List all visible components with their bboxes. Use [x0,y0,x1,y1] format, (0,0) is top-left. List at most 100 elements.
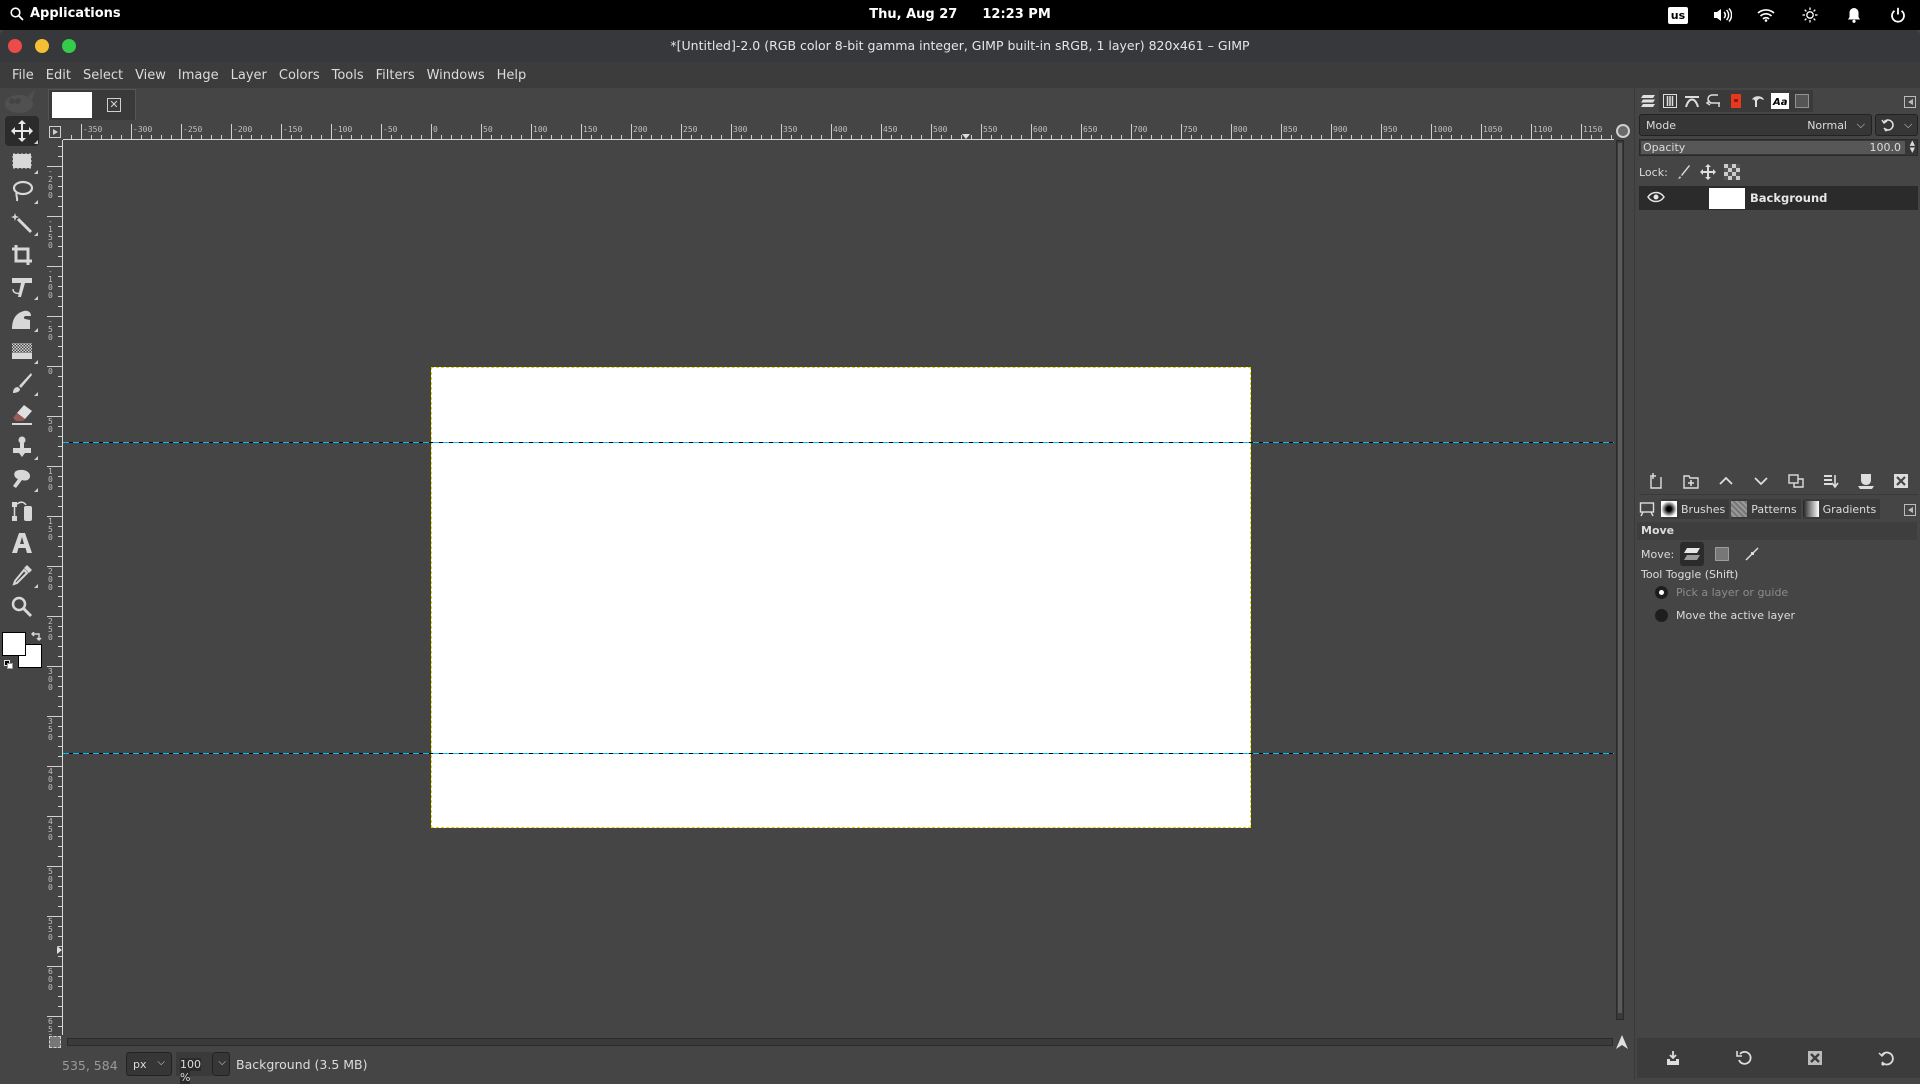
zoom-image-when-window-size-changes-toggle[interactable] [1616,124,1630,138]
move-selection-mode-button[interactable] [1710,542,1734,566]
power-button[interactable] [1876,0,1920,30]
move-layer-mode-button[interactable] [1680,542,1705,566]
time[interactable]: 12:23 PM [982,7,1050,22]
delete-layer-button[interactable] [1889,470,1913,492]
save-tool-preset-button[interactable] [1661,1046,1685,1070]
horizontal-ruler[interactable]: -350 -300 -250 -200 -150 -100 -50 0 50 100 150 200 2… [63,124,1614,140]
vertical-scrollbar[interactable] [1616,140,1624,1020]
image-canvas[interactable] [431,367,1251,828]
menu-edit[interactable]: Edit [40,68,77,83]
tab-undo-history[interactable] [1703,90,1725,112]
rectangle-select-tool-button[interactable] [5,146,39,176]
tab-fonts[interactable]: Aa [1769,90,1791,112]
horizontal-guide[interactable] [63,442,1614,443]
dock-divider[interactable] [1639,494,1918,495]
eraser-tool-button[interactable] [5,400,39,430]
raise-layer-button[interactable] [1714,470,1738,492]
text-tool-button[interactable] [5,528,39,558]
horizontal-scrollbar[interactable] [67,1038,1613,1046]
add-mask-button[interactable] [1854,470,1878,492]
radio-pick-layer-or-guide[interactable]: Pick a layer or guide [1655,586,1788,599]
applications-menu[interactable]: Applications [10,6,121,21]
brightness-button[interactable] [1788,0,1832,30]
close-image-tab-icon[interactable]: ✕ [107,98,121,112]
vertical-scrollbar-thumb[interactable] [1618,143,1622,1013]
unit-selector[interactable]: px ⌵ [126,1052,172,1076]
tab-images[interactable] [1791,90,1813,112]
lower-layer-button[interactable] [1749,470,1773,492]
vertical-ruler[interactable]: -200 -150 -100 -50 0 50 100 150 200 250 300 350 400 4… [47,140,63,1035]
dock2-tab-menu-button[interactable] [1904,504,1916,516]
tab-patterns[interactable]: Patterns [1731,499,1801,519]
notifications-button[interactable] [1832,0,1876,30]
clone-tool-button[interactable] [5,432,39,462]
paths-tool-button[interactable] [5,496,39,526]
reset-tool-options-button[interactable] [1874,1046,1898,1070]
tab-brushes[interactable]: Brushes [1661,499,1730,519]
quick-mask-toggle[interactable] [49,1036,61,1048]
menu-help[interactable]: Help [491,68,533,83]
canvas-area[interactable] [63,141,1614,1035]
layer-mode-selector[interactable]: Mode Normal ⌵ [1639,114,1872,136]
foreground-color-swatch[interactable] [2,632,26,656]
fg-bg-color-selector[interactable] [2,632,44,672]
radio-move-active-layer[interactable]: Move the active layer [1655,609,1795,622]
opacity-slider[interactable]: Opacity 100.0 ▲ ▼ [1639,139,1918,156]
menu-select[interactable]: Select [77,68,129,83]
navigate-image-icon[interactable] [1614,1034,1630,1050]
date[interactable]: Thu, Aug 27 [869,7,957,22]
merge-layer-button[interactable] [1819,470,1843,492]
menu-windows[interactable]: Windows [421,68,491,83]
default-colors-icon[interactable] [4,660,14,670]
move-tool-button[interactable] [5,116,39,146]
dock-tab-menu-button[interactable] [1904,96,1916,108]
duplicate-layer-button[interactable] [1784,470,1808,492]
quick-mask-menu-button[interactable] [47,124,63,140]
restore-tool-preset-button[interactable] [1732,1046,1756,1070]
zoom-tool-button[interactable] [5,592,39,622]
color-picker-tool-button[interactable] [5,560,39,590]
visibility-eye-icon[interactable] [1647,191,1665,203]
menu-layer[interactable]: Layer [225,68,273,83]
tab-layers[interactable] [1637,90,1659,112]
menu-tools[interactable]: Tools [326,68,370,83]
menu-filters[interactable]: Filters [370,68,421,83]
tab-gradients[interactable]: Gradients [1802,499,1881,519]
horizontal-guide[interactable] [63,753,1614,754]
layer-row[interactable]: Background [1639,186,1918,210]
new-layer-group-button[interactable] [1679,470,1703,492]
tab-brushes[interactable] [1747,90,1769,112]
zoom-dropdown-button[interactable]: ⌵ [212,1052,230,1076]
crop-tool-button[interactable] [5,240,39,270]
opacity-spin-buttons[interactable]: ▲ ▼ [1910,140,1915,154]
delete-tool-preset-button[interactable] [1803,1046,1827,1070]
layer-name[interactable]: Background [1750,191,1827,205]
unified-transform-tool-button[interactable] [5,272,39,302]
lock-position-icon[interactable] [1699,164,1716,180]
move-path-mode-button[interactable] [1740,542,1764,566]
tab-colors[interactable] [1725,90,1747,112]
image-tab[interactable]: ✕ [48,89,136,120]
volume-button[interactable] [1700,0,1744,30]
menu-file[interactable]: File [6,68,40,83]
radio-button[interactable] [1655,586,1668,599]
gradient-tool-button[interactable] [5,336,39,366]
lock-pixels-icon[interactable] [1676,164,1692,180]
fuzzy-select-tool-button[interactable] [5,208,39,238]
free-select-tool-button[interactable] [5,176,39,206]
swap-colors-icon[interactable] [30,632,42,642]
paintbrush-tool-button[interactable] [5,368,39,398]
radio-button[interactable] [1655,609,1668,622]
new-layer-button[interactable] [1644,470,1668,492]
tab-tool-options[interactable] [1639,499,1659,519]
lock-alpha-icon[interactable] [1723,164,1740,180]
keyboard-layout-indicator[interactable]: us [1656,0,1700,30]
zoom-input[interactable]: 100 % [176,1052,212,1084]
smudge-tool-button[interactable] [5,464,39,494]
warp-transform-tool-button[interactable] [5,304,39,334]
menu-image[interactable]: Image [172,68,225,83]
tab-channels[interactable] [1659,90,1681,112]
menu-colors[interactable]: Colors [273,68,326,83]
menu-view[interactable]: View [129,68,172,83]
tab-paths[interactable] [1681,90,1703,112]
